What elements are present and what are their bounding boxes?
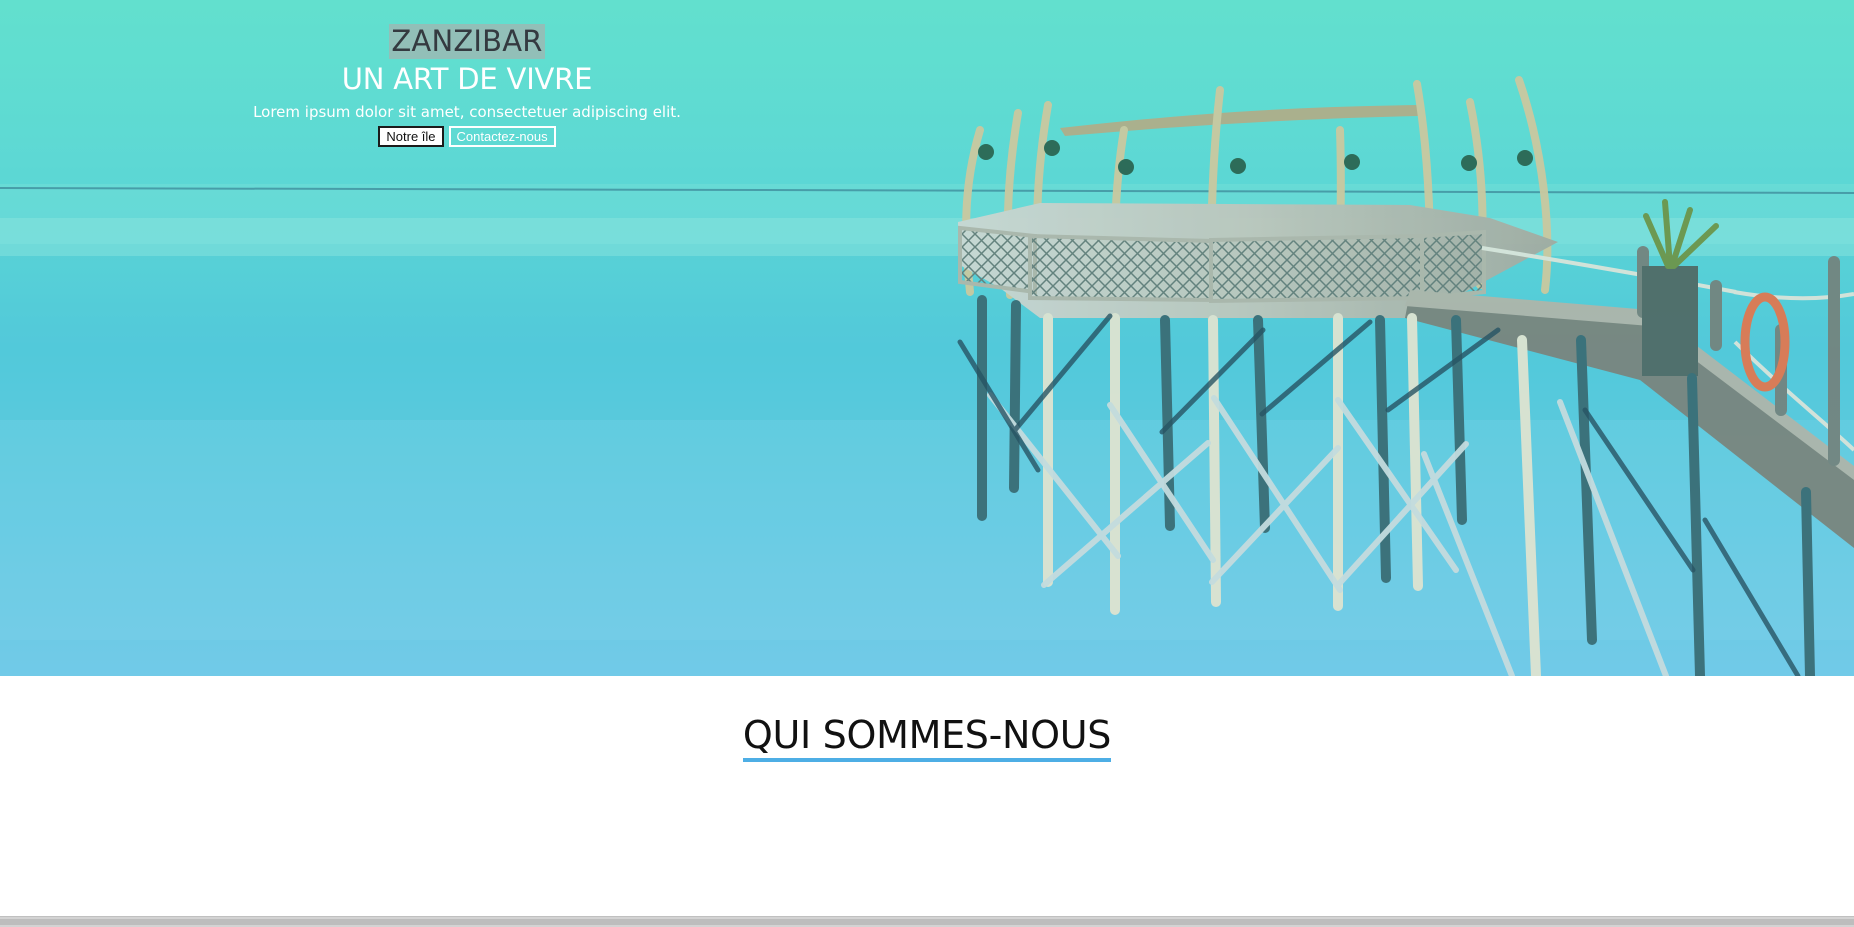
hero-section: ZANZIBAR UN ART DE VIVRE Lorem ipsum dol… [0,0,1854,676]
contact-button[interactable]: Contactez-nous [448,126,556,147]
about-heading: QUI SOMMES-NOUS [742,713,1111,762]
horizontal-scrollbar-thumb[interactable] [0,919,1854,925]
island-button[interactable]: Notre île [378,126,444,147]
hero-subtitle: UN ART DE VIVRE [341,62,593,96]
hero-content: ZANZIBAR UN ART DE VIVRE Lorem ipsum dol… [0,24,934,147]
about-section: QUI SOMMES-NOUS [0,676,1854,926]
hero-actions: Notre île Contactez-nous [0,126,934,147]
horizontal-scrollbar[interactable] [0,916,1854,927]
hero-description: Lorem ipsum dolor sit amet, consectetuer… [253,103,681,121]
brand-title: ZANZIBAR [389,24,545,59]
